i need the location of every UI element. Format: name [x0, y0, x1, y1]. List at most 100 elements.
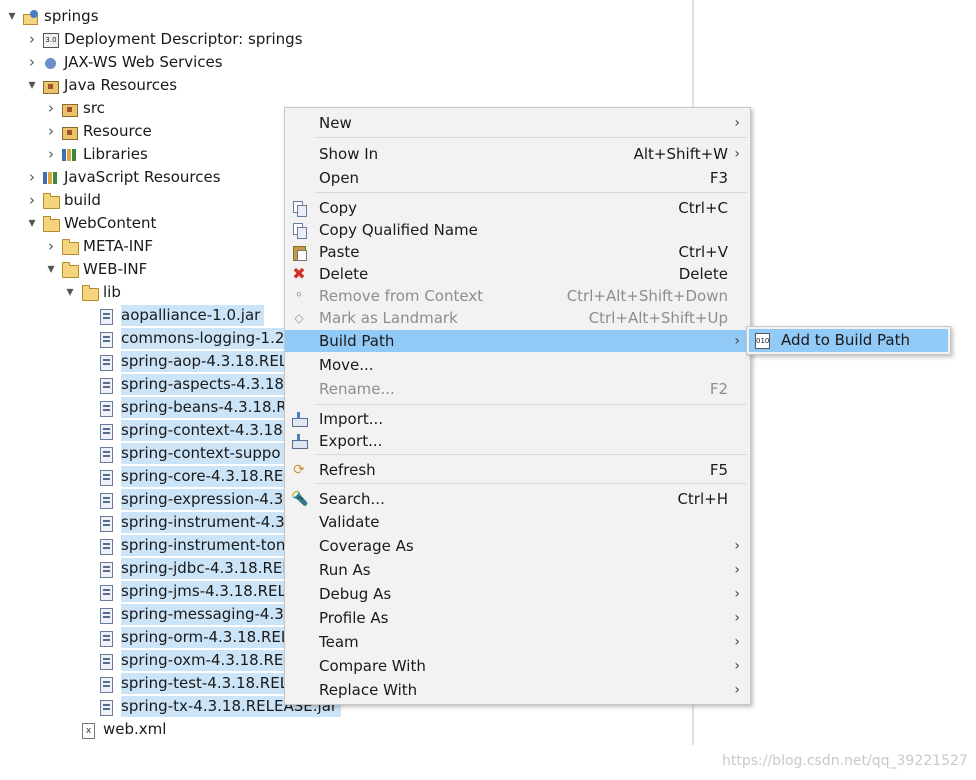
menu-item-team[interactable]: Team › [285, 631, 750, 653]
collapsed-chevron-icon[interactable]: › [26, 190, 38, 211]
menu-item-debug-as[interactable]: Debug As › [285, 583, 750, 605]
tree-item-label: spring-instrument-ton [121, 535, 290, 556]
collapsed-chevron-icon[interactable]: › [45, 236, 57, 257]
add-to-build-path-icon: 010 [755, 333, 770, 349]
menu-item-shortcut: Ctrl+C [678, 199, 728, 217]
tree-item[interactable]: ▾ springs [0, 6, 690, 27]
menu-item-copy-qualified-name[interactable]: Copy Qualified Name [285, 219, 750, 241]
submenu-arrow-icon: › [734, 610, 740, 626]
menu-item-open[interactable]: Open F3 [285, 167, 750, 189]
collapsed-chevron-icon[interactable]: › [45, 121, 57, 142]
tree-item[interactable]: x web.xml [0, 719, 690, 740]
menu-item-add-to-build-path[interactable]: 010 Add to Build Path [749, 329, 948, 352]
menu-item-label: Show In [319, 145, 379, 163]
copy-icon [291, 200, 307, 217]
menu-item-build-path[interactable]: Build Path › [285, 330, 750, 352]
menu-item-coverage-as[interactable]: Coverage As › [285, 535, 750, 557]
menu-item-new[interactable]: New › [285, 112, 750, 134]
tree-item-label: META-INF [83, 237, 154, 255]
menu-separator [315, 454, 747, 455]
menu-item-remove-from-context: ⚬ Remove from Context Ctrl+Alt+Shift+Down [285, 285, 750, 307]
menu-item-label: Import... [319, 410, 384, 428]
menu-item-label: Compare With [319, 657, 426, 675]
folder-icon [43, 216, 60, 232]
menu-item-label: Move... [319, 356, 374, 374]
menu-item-paste[interactable]: Paste Ctrl+V [285, 241, 750, 263]
menu-item-replace-with[interactable]: Replace With › [285, 679, 750, 701]
menu-item-profile-as[interactable]: Profile As › [285, 607, 750, 629]
jar-icon [100, 355, 113, 371]
tree-item-label: spring-messaging-4.3. [121, 604, 293, 625]
build-path-submenu: 010 Add to Build Path [746, 326, 951, 355]
menu-item-copy[interactable]: Copy Ctrl+C [285, 197, 750, 219]
collapsed-chevron-icon[interactable]: › [26, 29, 38, 50]
jar-icon [100, 677, 113, 693]
menu-item-import[interactable]: Import... [285, 408, 750, 430]
tree-item-label: src [83, 99, 105, 117]
menu-item-search[interactable]: 🔦 Search... Ctrl+H [285, 488, 750, 510]
jar-icon [100, 585, 113, 601]
menu-item-shortcut: Ctrl+Alt+Shift+Down [566, 287, 728, 305]
menu-item-refresh[interactable]: ⟳ Refresh F5 [285, 459, 750, 481]
expanded-chevron-icon[interactable]: ▾ [6, 6, 18, 27]
import-icon [291, 411, 308, 427]
menu-item-export[interactable]: Export... [285, 430, 750, 452]
collapsed-chevron-icon[interactable]: › [26, 167, 38, 188]
folder-icon [62, 262, 79, 278]
javascript-resources-icon [43, 172, 58, 184]
tree-item-label: WEB-INF [83, 260, 148, 278]
tree-item[interactable]: › JAX-WS Web Services [0, 52, 690, 73]
export-icon [291, 433, 308, 449]
submenu-arrow-icon: › [734, 682, 740, 698]
jar-icon [100, 424, 113, 440]
tree-item[interactable]: › 3.0 Deployment Descriptor: springs [0, 29, 690, 50]
menu-item-compare-with[interactable]: Compare With › [285, 655, 750, 677]
menu-item-shortcut: F5 [709, 461, 728, 479]
expanded-chevron-icon[interactable]: ▾ [26, 75, 38, 96]
tree-item-label: spring-core-4.3.18.REL [121, 466, 296, 487]
tree-item-label: web.xml [103, 720, 167, 738]
menu-separator [315, 404, 747, 405]
menu-item-show-in[interactable]: Show In Alt+Shift+W › [285, 143, 750, 165]
menu-item-move[interactable]: Move... [285, 354, 750, 376]
menu-item-label: Export... [319, 432, 383, 450]
collapsed-chevron-icon[interactable]: › [45, 98, 57, 119]
menu-item-validate[interactable]: Validate [285, 511, 750, 533]
expanded-chevron-icon[interactable]: ▾ [26, 213, 38, 234]
context-menu: New › Show In Alt+Shift+W › Open F3 Copy Ctrl+C C… [284, 107, 751, 705]
menu-item-shortcut: Alt+Shift+W [633, 145, 728, 163]
submenu-arrow-icon: › [734, 146, 740, 162]
expanded-chevron-icon[interactable]: ▾ [45, 259, 57, 280]
jar-icon [100, 447, 113, 463]
tree-item[interactable]: ▾ Java Resources [0, 75, 690, 96]
collapsed-chevron-icon[interactable]: › [45, 144, 57, 165]
tree-item-label: Resource [83, 122, 152, 140]
menu-item-label: Build Path [319, 332, 395, 350]
submenu-arrow-icon: › [734, 115, 740, 131]
tree-item-label: Libraries [83, 145, 148, 163]
refresh-icon: ⟳ [293, 462, 305, 478]
jar-icon [100, 493, 113, 509]
paste-icon [291, 244, 307, 261]
menu-item-label: Run As [319, 561, 371, 579]
jar-icon [100, 562, 113, 578]
menu-item-run-as[interactable]: Run As › [285, 559, 750, 581]
menu-separator [315, 483, 747, 484]
tree-item-label: Java Resources [64, 76, 178, 94]
folder-icon [62, 239, 79, 255]
tree-item-label: spring-oxm-4.3.18.REL [121, 650, 296, 671]
folder-icon [82, 285, 99, 301]
menu-item-label: New [319, 114, 352, 132]
menu-item-label: Open [319, 169, 360, 187]
submenu-arrow-icon: › [734, 333, 740, 349]
landmark-icon: ◇ [294, 311, 304, 325]
menu-item-delete[interactable]: ✖ Delete Delete [285, 263, 750, 285]
tree-item-label: springs [44, 7, 99, 25]
collapsed-chevron-icon[interactable]: › [26, 52, 38, 73]
expanded-chevron-icon[interactable]: ▾ [64, 282, 76, 303]
jar-icon [100, 309, 113, 325]
menu-item-label: Coverage As [319, 537, 414, 555]
submenu-arrow-icon: › [734, 634, 740, 650]
menu-item-label: Replace With [319, 681, 418, 699]
project-icon [23, 10, 39, 25]
